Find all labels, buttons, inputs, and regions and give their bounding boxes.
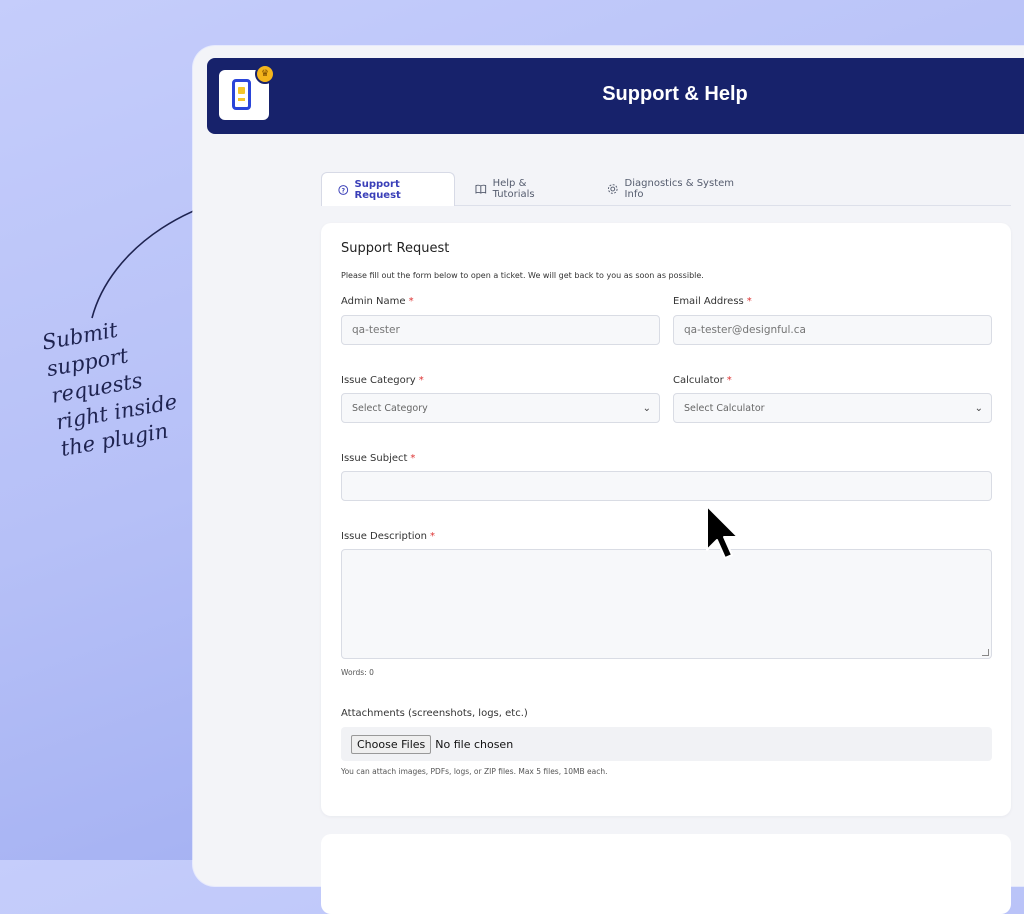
issue-description-textarea[interactable] bbox=[341, 549, 992, 659]
file-status: No file chosen bbox=[435, 737, 514, 751]
svg-text:?: ? bbox=[341, 187, 345, 194]
issue-subject-input[interactable] bbox=[341, 471, 992, 501]
tab-help-tutorials[interactable]: Help & Tutorials bbox=[459, 172, 585, 205]
crown-badge-icon: ♛ bbox=[255, 64, 275, 84]
tab-label: Help & Tutorials bbox=[492, 177, 535, 200]
word-count: Words: 0 bbox=[341, 668, 374, 677]
header-bar: ♛ Support & Help bbox=[207, 58, 1024, 134]
book-icon bbox=[475, 184, 487, 194]
selected-value: Select Calculator bbox=[684, 402, 765, 414]
gear-icon bbox=[607, 183, 618, 194]
tab-diagnostics[interactable]: Diagnostics & System Info bbox=[591, 172, 767, 205]
mouse-cursor-icon bbox=[706, 505, 739, 559]
calculator-label: Calculator * bbox=[673, 375, 732, 386]
app-window: ♛ Support & Help ? Support Request Help … bbox=[193, 46, 1024, 914]
chevron-down-icon: ⌄ bbox=[974, 402, 983, 414]
email-input[interactable] bbox=[673, 315, 992, 345]
support-request-card: Support Request Please fill out the form… bbox=[321, 223, 1011, 816]
attachments-help-text: You can attach images, PDFs, logs, or ZI… bbox=[341, 767, 608, 776]
question-circle-icon: ? bbox=[338, 184, 349, 195]
attachments-file-input[interactable]: Choose Files No file chosen bbox=[341, 727, 992, 761]
form-description: Please fill out the form below to open a… bbox=[341, 271, 704, 280]
admin-name-input[interactable] bbox=[341, 315, 660, 345]
resize-handle[interactable] bbox=[982, 649, 989, 656]
choose-files-button[interactable]: Choose Files bbox=[351, 734, 432, 754]
issue-category-select[interactable]: Select Category ⌄ bbox=[341, 393, 660, 423]
selected-value: Select Category bbox=[352, 402, 428, 414]
issue-subject-label: Issue Subject * bbox=[341, 453, 416, 464]
email-label: Email Address * bbox=[673, 296, 752, 307]
tab-bar: ? Support Request Help & Tutorials Diagn… bbox=[321, 172, 1011, 206]
calculator-select[interactable]: Select Calculator ⌄ bbox=[673, 393, 992, 423]
issue-description-label: Issue Description * bbox=[341, 531, 435, 542]
form-title: Support Request bbox=[341, 241, 450, 256]
next-card bbox=[321, 834, 1011, 914]
tab-label: Diagnostics & System Info bbox=[624, 177, 735, 200]
attachments-label: Attachments (screenshots, logs, etc.) bbox=[341, 708, 528, 719]
admin-name-label: Admin Name * bbox=[341, 296, 414, 307]
page-title: Support & Help bbox=[602, 83, 748, 105]
chevron-down-icon: ⌄ bbox=[642, 402, 651, 414]
issue-category-label: Issue Category * bbox=[341, 375, 424, 386]
tab-support-request[interactable]: ? Support Request bbox=[321, 172, 455, 206]
tab-label: Support Request bbox=[354, 178, 401, 201]
